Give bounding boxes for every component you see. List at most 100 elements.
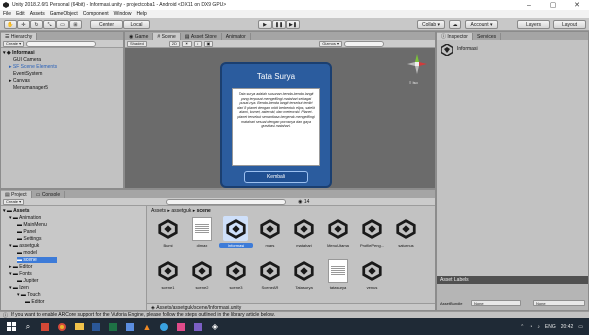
taskbar-app-unity[interactable]: ◈ [209,321,221,333]
layout-dropdown[interactable]: Layout [553,20,586,29]
minimize-button[interactable]: – [517,0,541,10]
asset-item[interactable]: ProfilePeng... [355,216,389,252]
assetbundle-variant-dropdown[interactable]: None [533,300,585,306]
menu-assets[interactable]: Assets [30,11,45,17]
folder-item[interactable]: ▸ ▬ Editor [9,264,32,270]
projection-label[interactable]: ≡ Iso [409,80,418,85]
breadcrumb-item[interactable]: assetguk [171,208,191,214]
audio-toggle[interactable]: ♪ [193,40,202,47]
rect-tool-button[interactable]: ▭ [56,20,69,29]
play-button[interactable]: ▶ [258,20,272,29]
layers-dropdown[interactable]: Layers [517,20,550,29]
account-dropdown[interactable]: Account ▾ [465,20,498,29]
scene-search-input[interactable] [343,40,384,47]
folder-item[interactable]: ▬ model [17,250,37,256]
hierarchy-search-input[interactable] [26,40,97,47]
hierarchy-item[interactable]: EventSystem [13,71,42,77]
hierarchy-create-button[interactable]: Create ▾ [3,40,25,47]
step-button[interactable]: ▶❚ [286,20,300,29]
asset-item[interactable]: venus [355,258,389,294]
maximize-button[interactable]: ▢ [541,0,565,10]
tab-services[interactable]: Services [473,33,502,40]
search-button[interactable]: ⌕ [22,321,34,333]
taskbar-app[interactable] [39,321,51,333]
folder-item[interactable]: ▬ Panel [17,229,36,235]
tab-console[interactable]: ▭ Console [32,191,66,198]
tab-hierarchy[interactable]: ☰ Hierarchy [1,33,38,40]
asset-item[interactable]: Bumi [151,216,185,252]
gizmos-dropdown[interactable]: Gizmos ▾ [319,40,342,47]
scene-root-item[interactable]: ▾ ◈ Informasi [3,50,35,56]
tab-inspector[interactable]: ⓘ Inspector [437,33,473,40]
start-button[interactable] [5,321,17,333]
taskbar-app[interactable] [56,321,68,333]
taskbar-app[interactable] [90,321,102,333]
notification-icon[interactable]: ▭ [578,324,583,330]
hierarchy-item-prefab[interactable]: ▸ SF Scene Elements [9,64,57,70]
menu-file[interactable]: File [3,11,11,17]
tray-language[interactable]: ENG [545,324,556,330]
menu-component[interactable]: Component [83,11,109,17]
folder-item[interactable]: ▬ Jupiter [17,278,38,284]
tray-clock[interactable]: 20:42 [561,324,574,330]
asset-item[interactable]: scene1 [151,258,185,294]
folder-item[interactable]: ▾ ▬ Assets [3,208,30,214]
taskbar-app[interactable] [107,321,119,333]
breadcrumb-item[interactable]: scene [197,208,211,214]
asset-item[interactable]: matahari [287,216,321,252]
folder-item[interactable]: ▾ ▬ Izen [9,285,29,291]
network-icon[interactable]: ◔ [529,324,532,330]
taskbar-app[interactable] [192,321,204,333]
folder-item[interactable]: ▬ Settings [17,236,41,242]
mode-2d-toggle[interactable]: 2D [168,40,180,47]
scene-orientation-gizmo[interactable] [405,52,429,76]
asset-item[interactable]: Informasi [219,216,253,252]
tab-game[interactable]: ◉ Game [125,33,154,40]
tab-project[interactable]: ▤ Project [1,191,32,198]
asset-item[interactable]: scene2 [185,258,219,294]
folder-item[interactable]: ▾ ▬ Touch [17,292,41,298]
tab-scene[interactable]: # Scene [153,33,181,40]
pause-button[interactable]: ❚❚ [272,20,286,29]
asset-item[interactable]: SceneAR [253,258,287,294]
effects-toggle[interactable]: ▣ [203,40,214,47]
taskbar-app[interactable] [175,321,187,333]
assetbundle-dropdown[interactable]: None [471,300,521,306]
asset-item[interactable]: mars [253,216,287,252]
folder-item[interactable]: ▾ ▬ Fonts [9,271,32,277]
asset-item[interactable]: dimax [185,216,219,252]
folder-item[interactable]: ▬ MainMenu [17,222,47,228]
menu-gameobject[interactable]: GameObject [50,11,78,17]
move-tool-button[interactable]: ✛ [17,20,30,29]
folder-item[interactable]: ▬ Editor [25,299,44,305]
rotate-tool-button[interactable]: ↻ [30,20,43,29]
taskbar-app[interactable]: ▲ [141,321,153,333]
kembali-button[interactable]: Kembali [244,171,308,183]
tab-animator[interactable]: Animator [222,33,251,40]
hierarchy-item[interactable]: GUI Camera [13,57,41,63]
transform-tool-button[interactable]: ⊞ [69,20,82,29]
menu-edit[interactable]: Edit [16,11,25,17]
taskbar-app[interactable] [158,321,170,333]
asset-item[interactable]: scene3 [219,258,253,294]
breadcrumb-item[interactable]: Assets [151,208,166,214]
tab-asset-store[interactable]: ▤ Asset Store [181,33,222,40]
asset-item[interactable]: MenuUtama [321,216,355,252]
scale-tool-button[interactable]: ⤡ [43,20,56,29]
folder-item[interactable]: ▾ ▬ Animation [9,215,41,221]
volume-icon[interactable]: ♪ [537,324,540,330]
tray-arrow-icon[interactable]: ⌃ [520,324,524,330]
shading-mode-dropdown[interactable]: Shaded [127,40,147,47]
taskbar-app[interactable] [124,321,136,333]
asset-item[interactable]: saturnus [389,216,423,252]
folder-item-selected[interactable]: ▬ scene [17,257,57,263]
cloud-button[interactable]: ☁ [449,20,461,29]
collab-dropdown[interactable]: Collab ▾ [417,20,445,29]
menu-help[interactable]: Help [136,11,146,17]
asset-item[interactable]: tatasurya [321,258,355,294]
asset-item[interactable]: Tatasurya [287,258,321,294]
hierarchy-item[interactable]: Menumanager5 [13,85,48,91]
project-create-button[interactable]: Create ▾ [3,198,25,205]
hierarchy-item[interactable]: ▸ Canvas [9,78,30,84]
pivot-local-toggle[interactable]: Local [123,20,150,29]
